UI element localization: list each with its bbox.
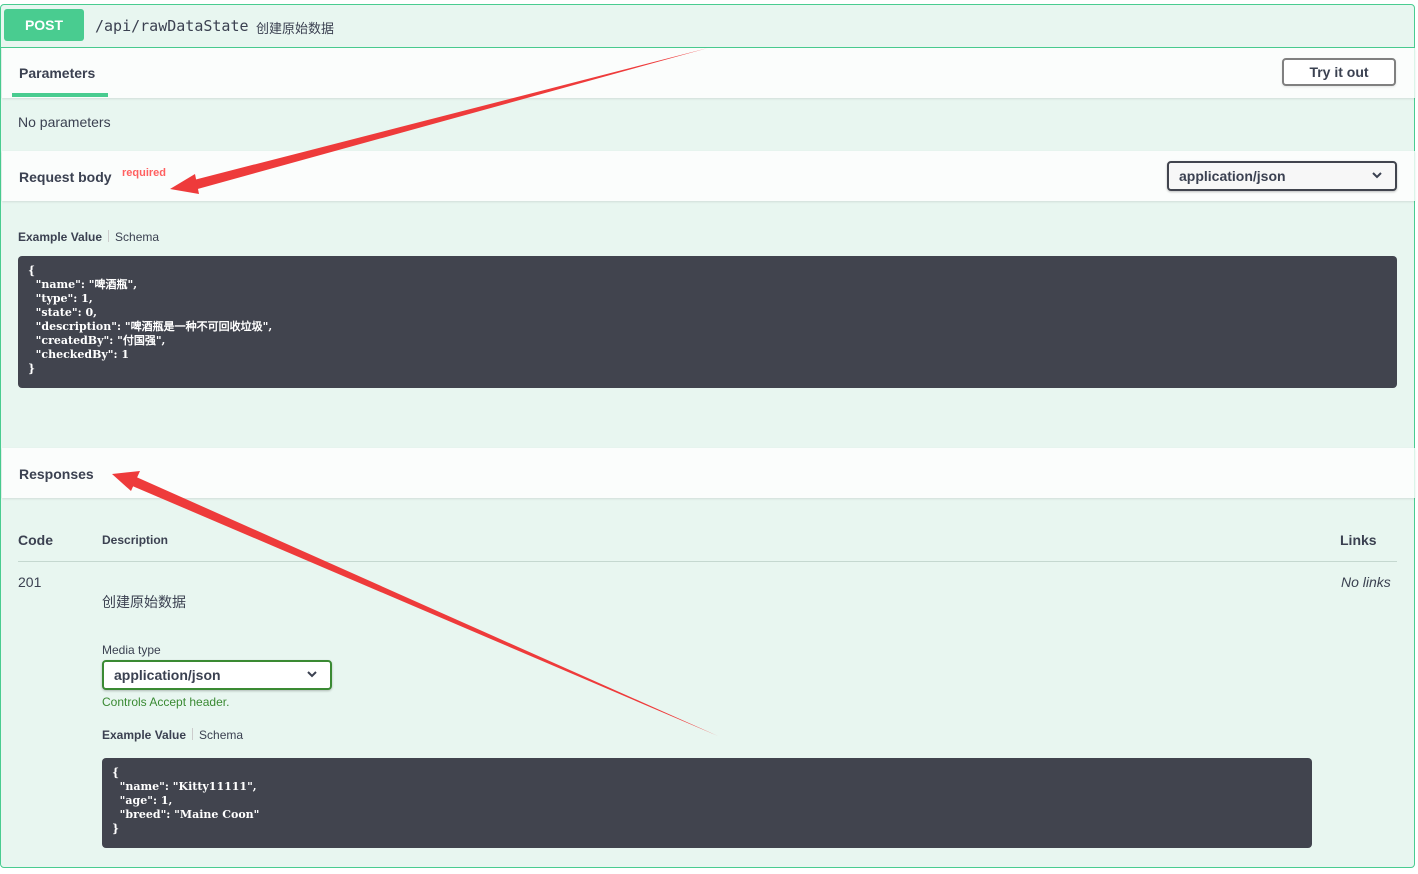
operation-path: /api/rawDataState — [95, 17, 249, 35]
tab-divider — [192, 728, 194, 740]
request-example-code: { "name": "啤酒瓶", "type": 1, "state": 0, … — [18, 256, 1397, 388]
response-code: 201 — [18, 574, 42, 590]
request-content-type-value: application/json — [1179, 168, 1286, 184]
request-example-tabs: Example Value Schema — [18, 230, 159, 244]
tab-active-indicator — [12, 93, 108, 97]
request-content-type-select[interactable]: application/json — [1167, 161, 1397, 191]
response-links: No links — [1341, 574, 1391, 590]
response-description: 创建原始数据 — [102, 594, 186, 610]
media-type-label: Media type — [102, 643, 161, 657]
response-media-type-select[interactable]: application/json — [102, 660, 332, 690]
response-example-tabs: Example Value Schema — [102, 728, 243, 742]
tab-schema[interactable]: Schema — [115, 230, 159, 244]
operation-summary[interactable]: POST /api/rawDataState 创建原始数据 — [1, 5, 1414, 48]
header-description: Description — [102, 533, 169, 547]
tab-divider — [108, 230, 110, 242]
operation-block-post: POST /api/rawDataState 创建原始数据 Parameters… — [0, 4, 1415, 868]
method-badge: POST — [4, 9, 84, 41]
header-links: Links — [1340, 532, 1377, 548]
no-parameters-text: No parameters — [18, 114, 111, 130]
table-header-divider — [18, 561, 1397, 562]
controls-accept-hint: Controls Accept header. — [102, 695, 230, 709]
response-example-code: { "name": "Kitty11111", "age": 1, "breed… — [102, 758, 1312, 848]
request-body-title: Request body — [19, 169, 112, 185]
try-it-out-button[interactable]: Try it out — [1282, 58, 1396, 86]
operation-summary-text: 创建原始数据 — [256, 21, 335, 36]
tab-parameters[interactable]: Parameters — [19, 65, 95, 81]
responses-section-header: Responses — [2, 448, 1415, 498]
tab-example-value[interactable]: Example Value — [102, 728, 186, 742]
header-code: Code — [18, 532, 53, 548]
parameters-section-header: Parameters Try it out — [2, 48, 1415, 98]
response-media-type-value: application/json — [114, 667, 221, 683]
chevron-down-icon — [307, 671, 317, 678]
tab-schema[interactable]: Schema — [199, 728, 243, 742]
required-label: required — [122, 167, 167, 179]
tab-example-value[interactable]: Example Value — [18, 230, 102, 244]
responses-title: Responses — [19, 466, 94, 482]
request-body-section-header: Request body required application/json — [2, 151, 1415, 201]
chevron-down-icon — [1372, 172, 1382, 179]
